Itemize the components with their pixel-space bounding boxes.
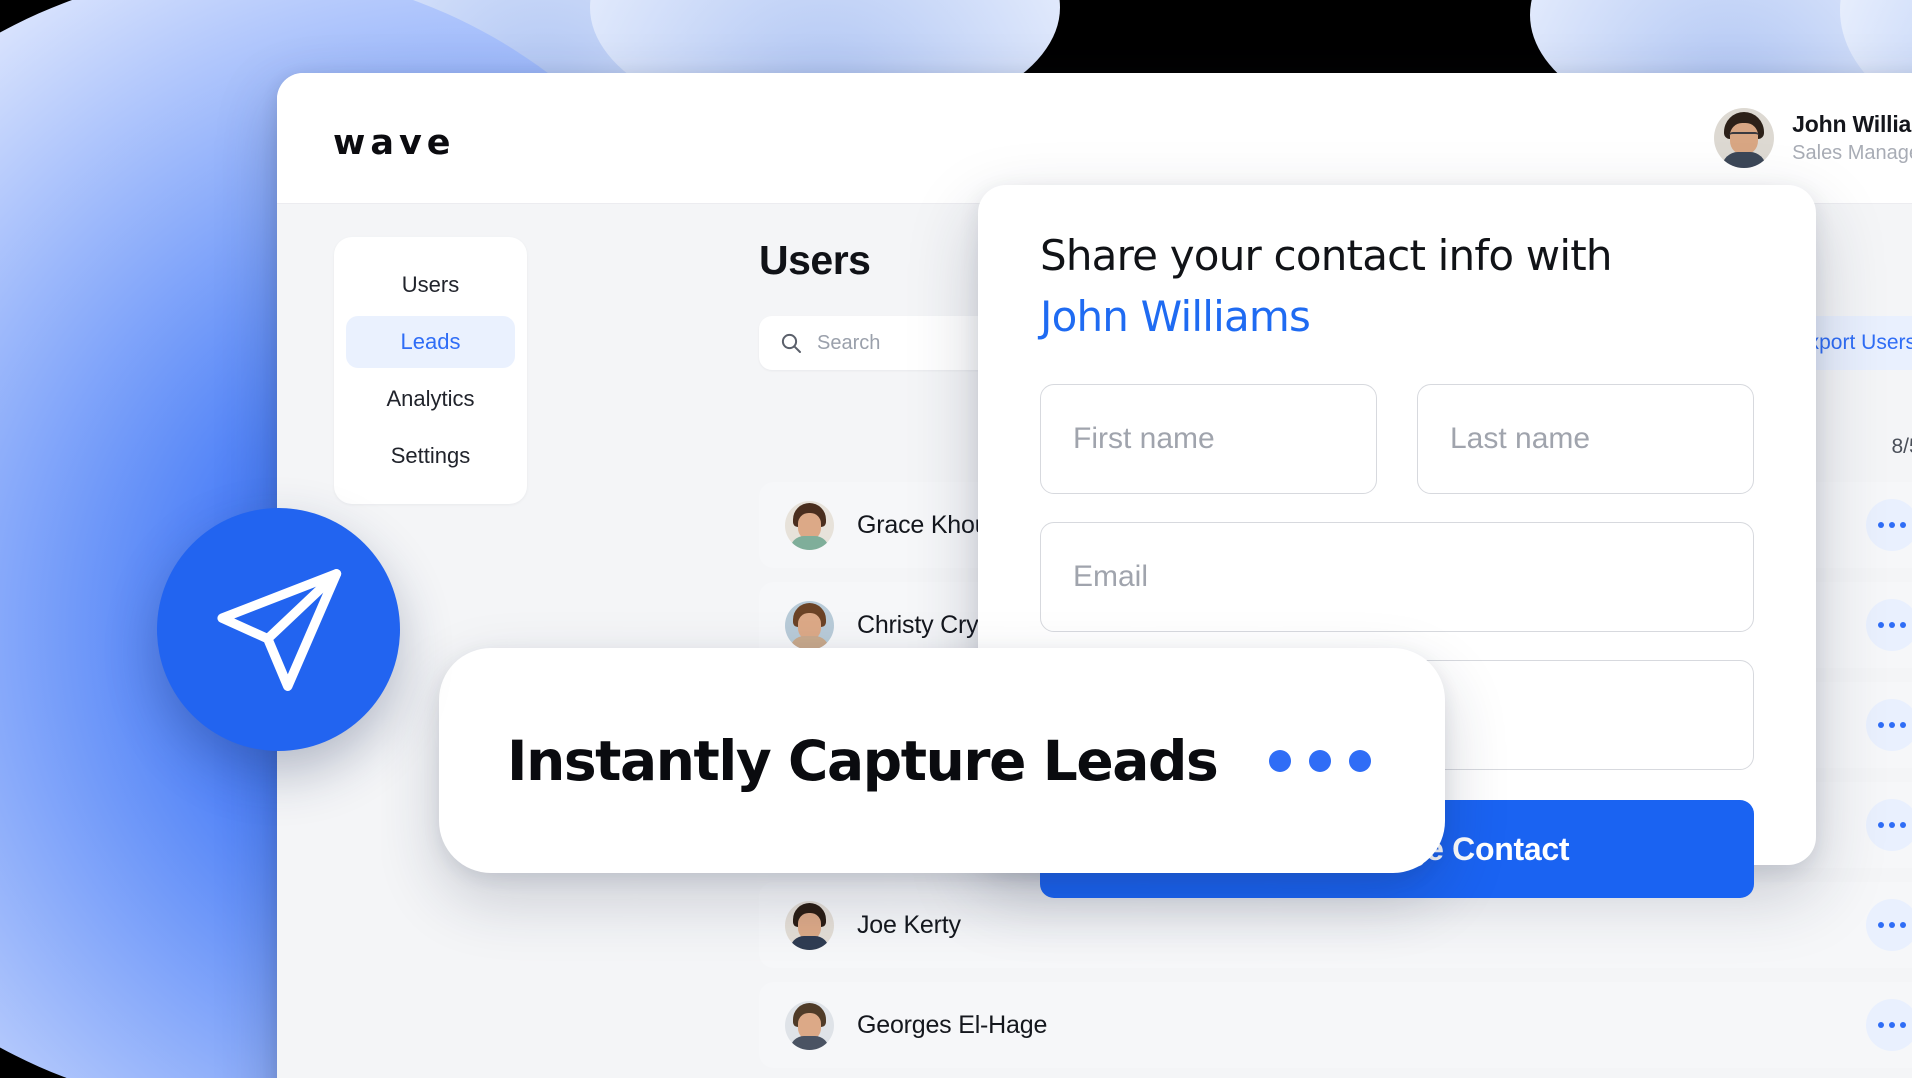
email-field[interactable]: Email [1040,522,1754,632]
avatar [785,1000,834,1050]
send-badge [157,508,400,751]
sidebar-item-analytics[interactable]: Analytics [346,373,515,425]
search-icon [781,333,801,353]
headline-text: Instantly Capture Leads [507,728,1219,793]
user-counter: 8/500 [1891,435,1912,458]
last-name-field[interactable]: Last name [1417,384,1754,494]
modal-headline-name: John Williams [1040,292,1311,341]
row-more-options-button[interactable] [1866,499,1912,551]
row-more-options-button[interactable] [1866,599,1912,651]
sidebar-item-users[interactable]: Users [346,259,515,311]
profile-role: Sales Manager [1792,141,1912,164]
row-more-options-button[interactable] [1866,699,1912,751]
avatar [785,600,834,650]
table-row[interactable]: Georges El-Hage [759,982,1912,1068]
search-input[interactable]: Search [759,316,1009,370]
email-placeholder: Email [1073,560,1149,593]
profile-menu[interactable]: John Williams Sales Manager [1714,108,1912,168]
row-more-options-button[interactable] [1866,999,1912,1051]
sidebar-item-settings[interactable]: Settings [346,430,515,482]
last-name-placeholder: Last name [1450,422,1591,455]
profile-text: John Williams Sales Manager [1792,110,1912,166]
profile-name: John Williams [1792,111,1912,138]
avatar [1714,108,1775,168]
send-icon [216,568,341,691]
page-root: wave John Williams Sales Manager Users L… [0,0,1912,1078]
sidebar: Users Leads Analytics Settings [334,237,527,504]
row-more-options-button[interactable] [1866,899,1912,951]
first-name-placeholder: First name [1073,422,1215,455]
row-more-options-button[interactable] [1866,799,1912,851]
modal-headline-prefix: Share your contact info with [1040,231,1613,280]
three-dots-icon[interactable] [1269,749,1372,772]
user-name: Joe Kerty [857,910,961,939]
brand-logo[interactable]: wave [333,123,456,163]
headline-card: Instantly Capture Leads [439,648,1445,873]
first-name-field[interactable]: First name [1040,384,1377,494]
avatar [785,500,834,550]
sidebar-item-leads[interactable]: Leads [346,316,515,368]
user-name: Georges El-Hage [857,1010,1048,1039]
avatar [785,900,834,950]
name-fields-row: First name Last name [1040,384,1754,494]
search-placeholder: Search [817,331,881,354]
